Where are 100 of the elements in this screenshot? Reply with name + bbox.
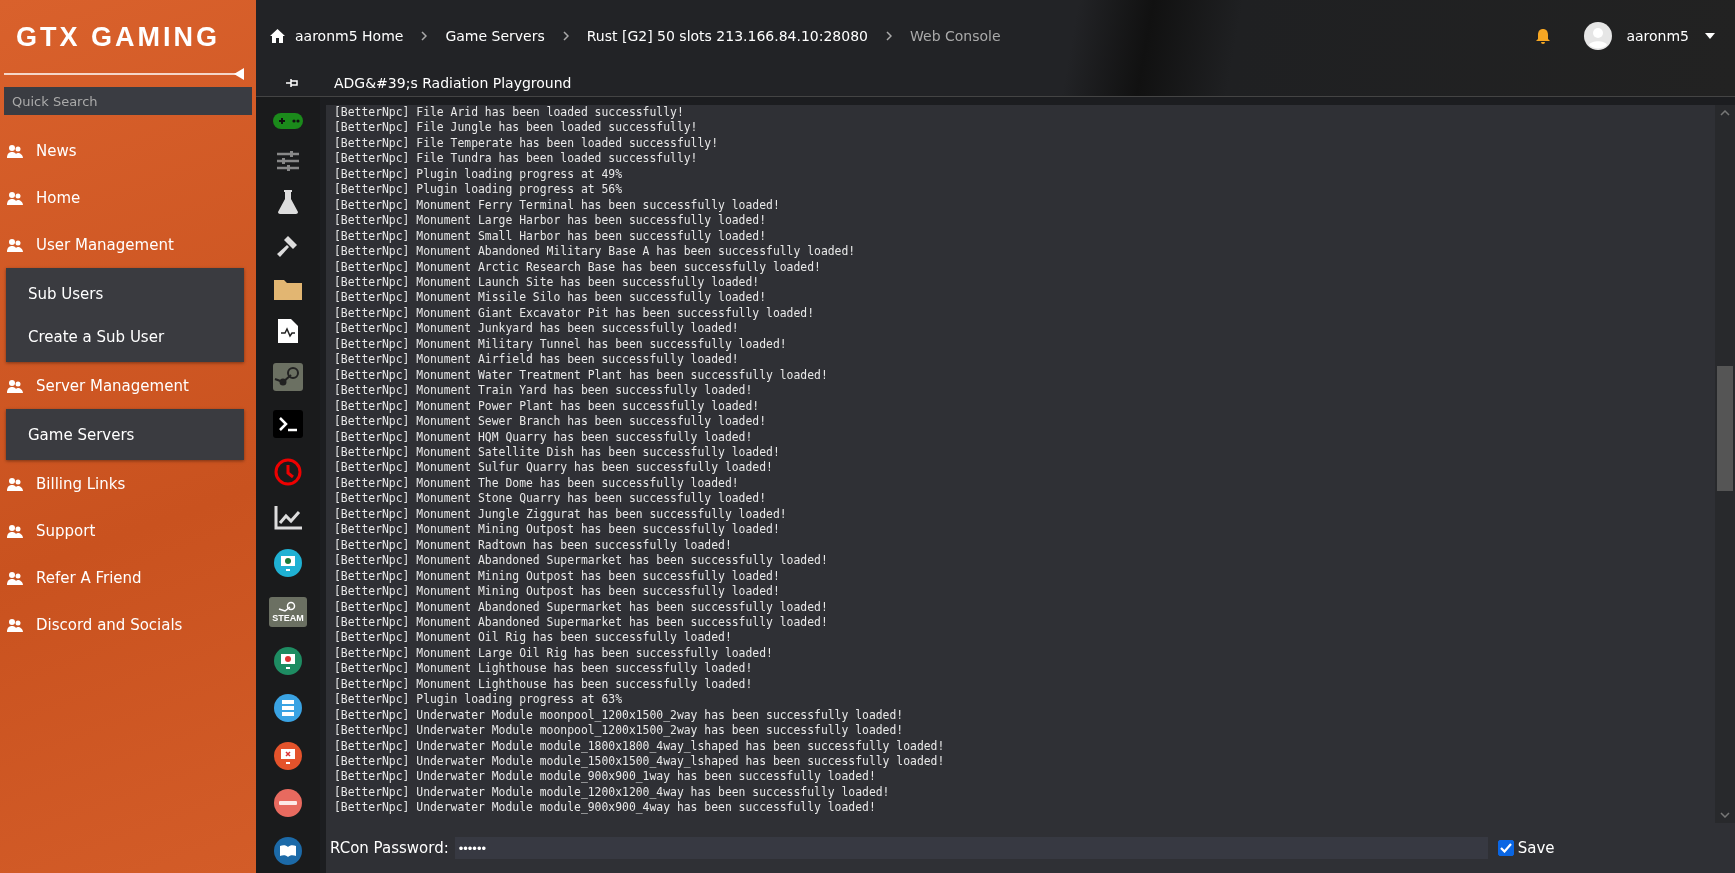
quick-search-field[interactable]: Quick Search [4,87,252,115]
chart-icon[interactable] [274,505,302,530]
monitor-upload-icon[interactable] [274,646,302,675]
breadcrumb-link[interactable]: Rust [G2] 50 slots 213.166.84.10:28080 [586,28,868,44]
console-line: [BetterNpc] Monument Giant Excavator Pit has been successfully loaded! [334,305,816,322]
hammer-icon[interactable] [276,233,300,258]
console-line: [BetterNpc] Monument Abandoned Supermarket has been successfully loaded! [334,614,829,631]
flask-icon[interactable] [277,190,299,215]
console-line: [BetterNpc] Monument Mining Outpost has been successfully loaded! [334,568,781,585]
submenu-item[interactable]: Create a Sub User [6,315,244,358]
console-line: [BetterNpc] Monument Abandoned Military Base A has been successfully loaded! [334,244,857,260]
sidebar-item[interactable]: Server Management [4,362,252,409]
logo: GTX GAMING [16,22,220,53]
scroll-up-icon[interactable] [1720,110,1730,116]
steam-badge-icon[interactable]: STEAM [269,596,307,627]
console-line: [BetterNpc] Monument Launch Site has been successfully loaded! [334,275,761,291]
gamepad-icon[interactable] [273,111,303,131]
console-line: [BetterNpc] Monument Water Treatment Plant has been successfully loaded! [334,367,829,384]
nav-icon [6,189,24,206]
console-line: [BetterNpc] Underwater Module module_900x900_4way has been successfully loaded! [334,800,877,816]
console-line: [BetterNpc] Monument Airfield has been successfully loaded! [334,352,740,368]
console-line: [BetterNpc] Monument Radtown has been successfully loaded! [334,537,733,554]
sidebar-item[interactable]: Support [4,507,252,554]
sidebar-item[interactable]: News [4,127,252,174]
submenu-item[interactable]: Game Servers [6,413,244,456]
console-line: [BetterNpc] Plugin loading progress at 49% [334,166,624,183]
chevron-icon [562,31,569,41]
console-line: [BetterNpc] Monument Lighthouse has been successfully loaded! [334,661,754,677]
console-line: [BetterNpc] Monument Mining Outpost has been successfully loaded! [334,522,781,538]
console-line: [BetterNpc] Monument Satellite Dish has been successfully loaded! [334,444,781,461]
nav-icon [6,522,24,539]
scroll-down-icon[interactable] [1720,812,1730,818]
submenu-item[interactable]: Sub Users [6,272,244,315]
breadcrumb-link[interactable]: Web Console [910,28,1001,44]
sidebar-item[interactable]: Billing Links [4,460,252,507]
nav-icon [6,569,24,586]
pin-icon[interactable] [286,78,298,88]
server-title: ADG&#39;s Radiation Playground [334,75,572,91]
user-name[interactable]: aaronm5 [1626,28,1689,44]
steam-icon[interactable] [273,362,303,391]
console-line: [BetterNpc] Monument Large Harbor has been successfully loaded! [334,213,768,229]
console-line: [BetterNpc] Monument Oil Rig has been successfully loaded! [334,630,733,646]
console-line: [BetterNpc] Monument Stone Quarry has been successfully loaded! [334,491,768,507]
chevron-icon [886,31,892,41]
caret-icon[interactable] [1705,33,1715,39]
console-line: [BetterNpc] Monument Junkyard has been successfully loaded! [334,321,740,337]
console-line: [BetterNpc] Underwater Module module_1200x1200_4way has been successfully loaded! [334,784,891,801]
console-line: [BetterNpc] Underwater Module module_900x900_1way has been successfully loaded! [334,769,877,785]
home-icon [270,29,285,43]
console-line: [BetterNpc] Monument Mining Outpost has been successfully loaded! [334,584,781,600]
checkbox-icon[interactable] [1497,840,1514,856]
scroll-thumb[interactable] [1717,366,1733,491]
console-line: [BetterNpc] Monument Abandoned Supermarket has been successfully loaded! [334,553,829,569]
nav-icon [6,236,24,253]
avatar-icon[interactable] [1584,22,1613,50]
console-line: [BetterNpc] Monument Abandoned Supermarket has been successfully loaded! [334,599,829,615]
sidebar-item[interactable]: Refer A Friend [4,554,252,601]
file-pulse-icon[interactable] [278,319,298,344]
console-line: [BetterNpc] Monument Missile Silo has been successfully loaded! [334,290,768,306]
console-line: [BetterNpc] Underwater Module moonpool_1200x1500_2way has been successfully loaded! [334,723,905,739]
console-line: [BetterNpc] Underwater Module module_1800x1800_4way_lshaped has been successfully loaded! [334,738,946,755]
collapse-arrow-icon[interactable] [4,67,244,81]
breadcrumb-link[interactable]: aaronm5 Home [295,28,404,44]
nav-icon [6,142,24,159]
console-line: [BetterNpc] Monument Lighthouse has been successfully loaded! [334,676,754,693]
folder-icon[interactable] [274,277,302,300]
console-line: [BetterNpc] File Arid has been loaded successfully! [334,105,685,121]
server-icon[interactable] [274,694,302,723]
console-line: [BetterNpc] Plugin loading progress at 56% [334,182,624,198]
rcon-password-field[interactable]: •••••• [454,837,1488,859]
rcon-password-label: RCon Password: [330,839,449,857]
console-line: [BetterNpc] Monument HQM Quarry has been successfully loaded! [334,429,754,445]
sidebar-item[interactable]: User Management [4,221,252,268]
console-line: [BetterNpc] Monument Sulfur Quarry has been successfully loaded! [334,460,774,476]
book-icon[interactable] [274,837,302,865]
monitor-download-icon[interactable] [274,549,302,578]
console-line: [BetterNpc] Underwater Module moonpool_1200x1500_2way has been successfully loaded! [334,707,905,724]
sidebar-item[interactable]: Home [4,174,252,221]
breadcrumb-link[interactable]: Game Servers [445,28,545,44]
scrollbar[interactable] [1715,105,1735,823]
bell-icon[interactable] [1536,28,1551,44]
nav-icon [6,475,24,492]
save-checkbox[interactable]: Save [1497,839,1555,857]
monitor-error-icon[interactable] [274,741,302,770]
sidebar-item[interactable]: Discord and Socials [4,601,252,648]
clock-icon[interactable] [274,458,302,486]
console-line: [BetterNpc] File Tundra has been loaded successfully! [334,151,699,167]
console-line: [BetterNpc] Monument Large Oil Rig has been successfully loaded! [334,645,774,662]
console-line: [BetterNpc] Underwater Module module_1500x1500_4way_lshaped has been successfully loaded! [334,754,946,770]
console-line: [BetterNpc] Plugin loading progress at 63% [334,692,624,708]
console-line: [BetterNpc] Monument Military Tunnel has been successfully loaded! [334,336,788,353]
console-line: [BetterNpc] File Jungle has been loaded successfully! [334,120,699,136]
console-line: [BetterNpc] Monument Train Yard has been successfully loaded! [334,383,754,399]
console-line: [BetterNpc] Monument Small Harbor has been successfully loaded! [334,228,768,245]
nav-icon [6,616,24,633]
console-line: [BetterNpc] Monument Power Plant has been successfully loaded! [334,398,761,415]
console-line: [BetterNpc] Monument Jungle Ziggurat has been successfully loaded! [334,506,788,523]
terminal-icon[interactable] [273,410,303,439]
sliders-icon[interactable] [276,150,300,171]
console-line: [BetterNpc] Monument Arctic Research Base has been successfully loaded! [334,259,822,275]
